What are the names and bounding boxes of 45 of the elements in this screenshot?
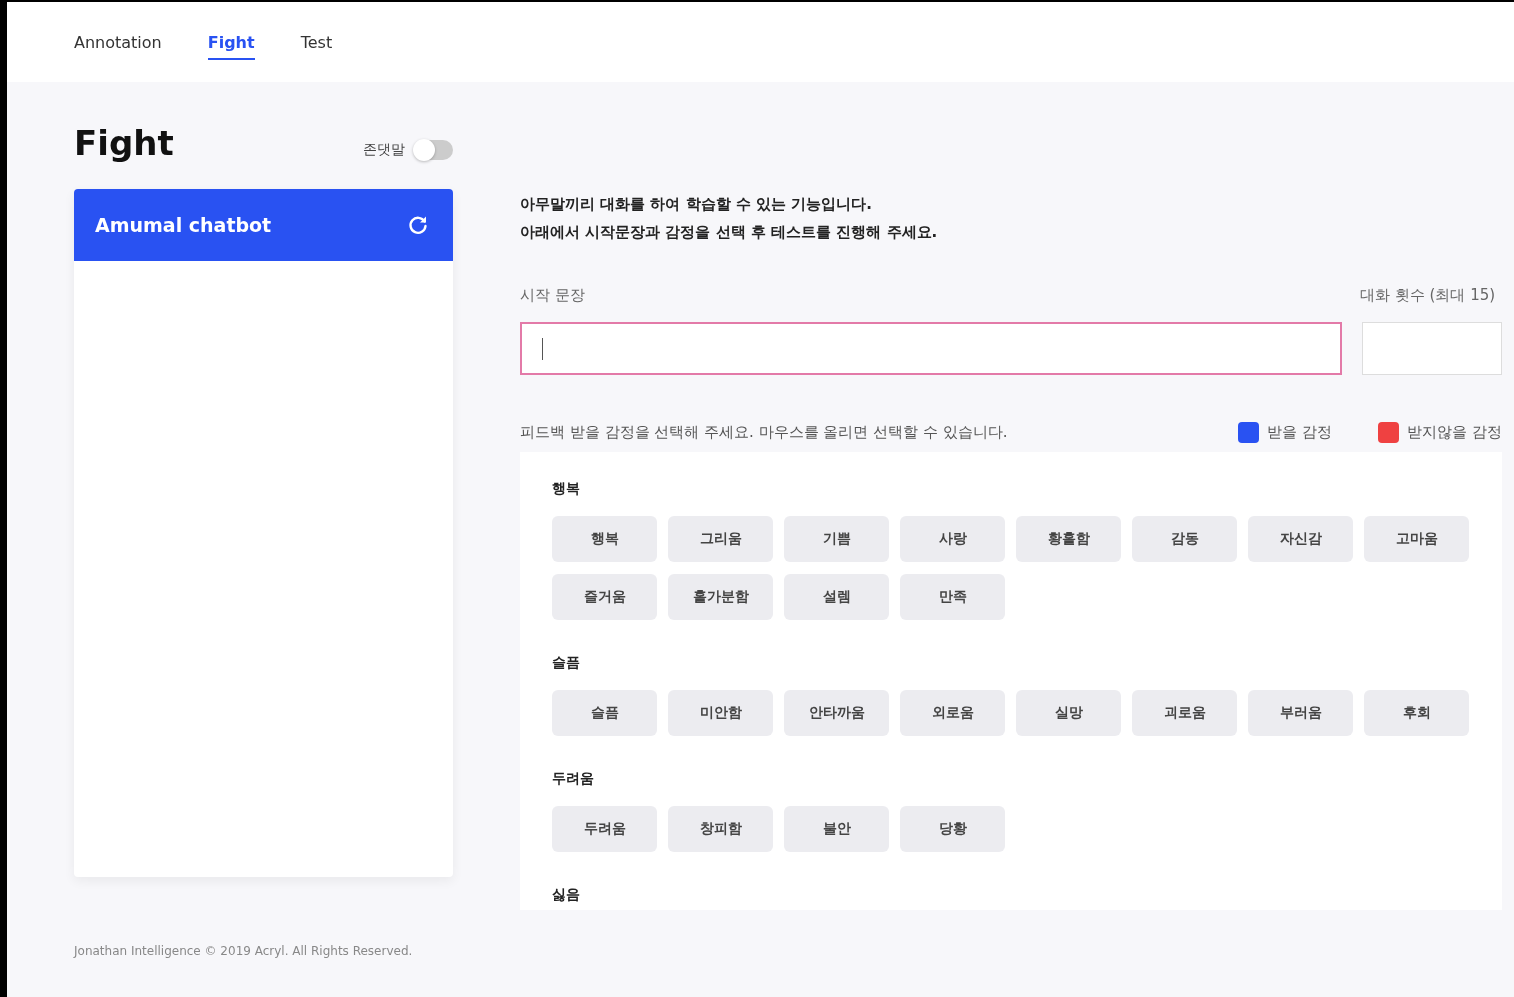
emotion-chip[interactable]: 슬픔 [552,690,657,736]
emotion-chip[interactable]: 기쁨 [784,516,889,562]
refresh-icon[interactable] [407,214,429,236]
emotion-chip[interactable]: 당황 [900,806,1005,852]
description-text: 아무말끼리 대화를 하여 학습할 수 있는 기능입니다. [520,194,874,215]
field-label: 대화 횟수 (최대 15) [1360,286,1497,306]
emotion-chip[interactable]: 괴로움 [1132,690,1237,736]
group-title: 행복 [552,480,581,498]
footer-text: Jonathan Intelligence © 2019 Acryl. All Rights Reserved. [74,944,414,958]
group-title: 두려움 [552,770,595,788]
hint-text: 피드백 받을 감정을 선택해 주세요. 마우스를 올리면 선택할 수 있습니다. [520,422,1008,442]
emotion-chip[interactable]: 외로움 [900,690,1005,736]
legend-label: 받을 감정 [1267,422,1333,442]
emotion-chip[interactable]: 부러움 [1248,690,1353,736]
field-label: 시작 문장 [520,286,586,306]
emotion-chip[interactable]: 행복 [552,516,657,562]
emotion-chip[interactable]: 만족 [900,574,1005,620]
emotion-chip[interactable]: 즐거움 [552,574,657,620]
group-title: 싫음 [552,886,581,904]
emotion-chip[interactable]: 미안함 [668,690,773,736]
emotion-chip[interactable]: 홀가분함 [668,574,773,620]
description-text: 아래에서 시작문장과 감정을 선택 후 테스트를 진행해 주세요. [520,222,939,243]
toggle-switch[interactable] [415,139,453,160]
emotion-chip[interactable]: 안타까움 [784,690,889,736]
emotion-chip[interactable]: 사랑 [900,516,1005,562]
nav-tab[interactable]: Fight [207,24,255,60]
page-title: Fight [74,122,174,163]
emotion-chip[interactable]: 황홀함 [1016,516,1121,562]
emotion-chip[interactable]: 후회 [1364,690,1469,736]
emotion-chip[interactable]: 실망 [1016,690,1121,736]
toggle-label: 존댓말 [363,140,405,159]
emotion-chip[interactable]: 창피함 [668,806,773,852]
emotion-chip[interactable]: 두려움 [552,806,657,852]
legend-label: 받지않을 감정 [1407,422,1502,442]
nav-tab[interactable]: Test [300,24,333,60]
emotion-chip[interactable]: 감동 [1132,516,1237,562]
emotion-chip[interactable]: 자신감 [1248,516,1353,562]
chat-title: Amumal chatbot [95,214,272,236]
group-title: 슬픔 [552,654,581,672]
nav-tab[interactable]: Annotation [74,24,162,60]
emotion-chip[interactable]: 고마움 [1364,516,1469,562]
emotion-chip[interactable]: 설렘 [784,574,889,620]
input-field[interactable] [520,322,1342,375]
emotion-chip[interactable]: 그리움 [668,516,773,562]
emotion-chip[interactable]: 불안 [784,806,889,852]
